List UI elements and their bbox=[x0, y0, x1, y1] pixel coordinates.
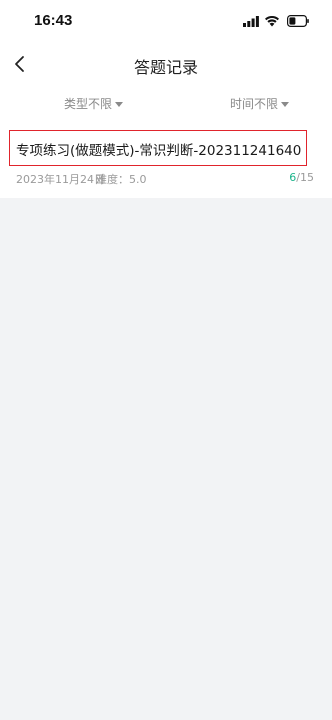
time-filter-label: 时间不限 bbox=[230, 97, 279, 111]
record-progress: 6/15 bbox=[289, 171, 314, 184]
wifi-icon bbox=[265, 15, 279, 27]
page-title: 答题记录 bbox=[133, 58, 198, 77]
time-filter-dropdown[interactable]: 时间不限 bbox=[230, 95, 290, 112]
caret-down-icon bbox=[281, 101, 290, 107]
caret-down-icon bbox=[115, 101, 124, 107]
type-filter-dropdown[interactable]: 类型不限 bbox=[64, 95, 124, 112]
status-time: 16:43 bbox=[34, 12, 73, 29]
record-list bbox=[0, 122, 332, 720]
status-bar: 16:43 bbox=[0, 0, 332, 44]
record-difficulty: 难度：5.0 bbox=[96, 173, 147, 186]
type-filter-label: 类型不限 bbox=[64, 97, 113, 111]
signal-icon bbox=[243, 16, 259, 27]
battery-icon bbox=[287, 15, 309, 27]
record-date: 2023年11月24日 bbox=[16, 173, 105, 186]
nav-bar: 答题记录 bbox=[0, 44, 332, 84]
record-title: 专项练习(做题模式)-常识判断-202311241640 bbox=[16, 143, 302, 159]
progress-total: /15 bbox=[296, 171, 314, 184]
list-item[interactable]: 专项练习(做题模式)-常识判断-202311241640 2023年11月24日… bbox=[0, 122, 332, 198]
filter-bar: 类型不限 时间不限 bbox=[0, 88, 332, 118]
